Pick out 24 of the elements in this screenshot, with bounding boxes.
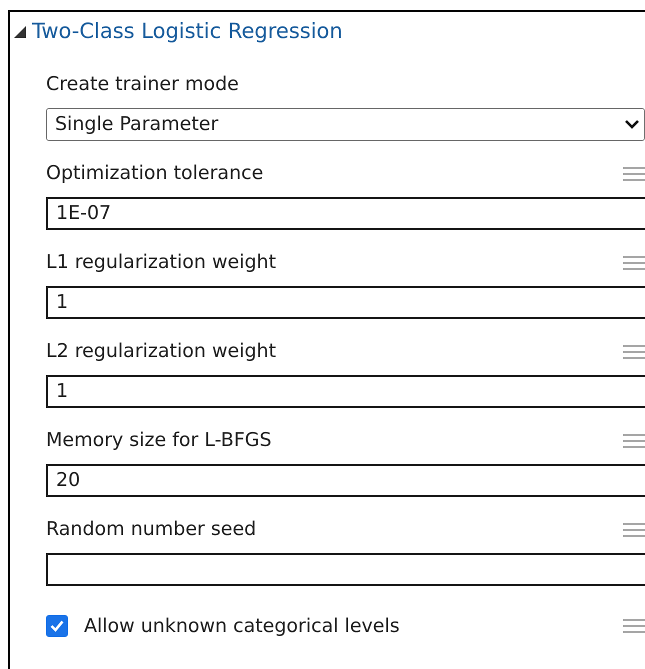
input-field[interactable] <box>46 552 645 586</box>
chevron-icon <box>624 119 640 129</box>
section-header[interactable]: Two-Class Logistic Regression <box>10 16 645 48</box>
triangle-icon[interactable] <box>14 26 26 38</box>
input-field[interactable]: 1E-07 <box>46 196 645 230</box>
field-label: Create trainer mode <box>46 72 239 98</box>
menu-icon[interactable] <box>623 432 645 448</box>
field-label: L2 regularization weight <box>46 339 276 364</box>
field-label: L1 regularization weight <box>46 250 276 276</box>
dropdown[interactable]: Single Parameter <box>46 108 645 140</box>
field-label: Random number seed <box>46 517 256 542</box>
input-field[interactable]: 1 <box>46 374 645 408</box>
menu-icon[interactable] <box>623 344 645 360</box>
check-icon <box>50 620 64 632</box>
field-label: Optimization tolerance <box>46 161 264 186</box>
checkbox-label: Allow unknown categorical levels <box>84 614 400 638</box>
checkbox[interactable] <box>46 614 68 637</box>
input-field[interactable]: 20 <box>46 464 645 496</box>
menu-icon[interactable] <box>623 254 645 270</box>
menu-icon[interactable] <box>623 166 645 182</box>
input-field[interactable]: 1 <box>46 286 645 318</box>
menu-icon[interactable] <box>623 522 645 538</box>
menu-icon[interactable] <box>623 618 645 634</box>
field-label: Memory size for L-BFGS <box>46 428 272 454</box>
